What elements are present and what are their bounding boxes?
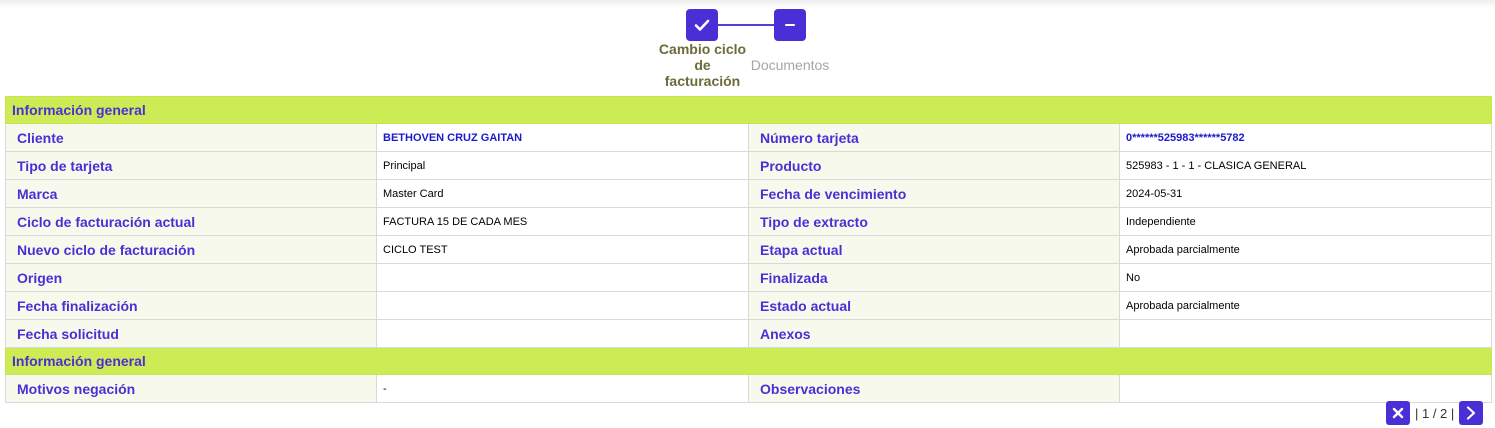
field-label-cliente: Cliente [5, 123, 377, 152]
step-completed-marker[interactable] [686, 9, 718, 41]
field-label-marca: Marca [5, 179, 377, 208]
field-label-tipo-de-tarjeta: Tipo de tarjeta [5, 151, 377, 180]
table-row: Ciclo de facturación actual FACTURA 15 DE… [5, 207, 1492, 236]
field-label-ciclo-de-facturacion-actual: Ciclo de facturación actual [5, 207, 377, 236]
field-value-ciclo-de-facturacion-actual: FACTURA 15 DE CADA MES [376, 207, 749, 236]
field-value-nuevo-ciclo-de-facturacion: CICLO TEST [376, 235, 749, 264]
field-label-anexos: Anexos [748, 319, 1120, 348]
table-row: Origen Finalizada No [5, 263, 1492, 292]
step-pending-marker[interactable] [774, 9, 806, 41]
section-title: Información general [5, 96, 1492, 124]
field-value-estado-actual: Aprobada parcialmente [1119, 291, 1492, 320]
field-value-tipo-de-extracto: Independiente [1119, 207, 1492, 236]
section-header-row: Información general [5, 96, 1492, 124]
table-row: Cliente BETHOVEN CRUZ GAITAN Número tarjet… [5, 123, 1492, 152]
check-icon [694, 19, 710, 31]
table-row: Motivos negación - Observaciones [5, 374, 1492, 403]
table-row: Nuevo ciclo de facturación CICLO TEST Etap… [5, 235, 1492, 264]
field-value-finalizada: No [1119, 263, 1492, 292]
field-label-fecha-finalizacion: Fecha finalización [5, 291, 377, 320]
field-value-tipo-de-tarjeta: Principal [376, 151, 749, 180]
stepper: Cambio ciclo de facturación Documentos [0, 0, 1495, 96]
field-label-motivos-negacion: Motivos negación [5, 374, 377, 403]
detail-table: Información general Cliente BETHOVEN CRUZ … [5, 96, 1492, 403]
close-icon [1392, 407, 1404, 419]
table-row: Fecha finalización Estado actual Aprobada … [5, 291, 1492, 320]
field-value-fecha-finalizacion [376, 291, 749, 320]
field-value-marca: Master Card [376, 179, 749, 208]
field-label-estado-actual: Estado actual [748, 291, 1120, 320]
table-row: Marca Master Card Fecha de vencimiento 2024… [5, 179, 1492, 208]
field-value-fecha-de-vencimiento: 2024-05-31 [1119, 179, 1492, 208]
field-value-motivos-negacion: - [376, 374, 749, 403]
field-value-etapa-actual: Aprobada parcialmente [1119, 235, 1492, 264]
field-label-finalizada: Finalizada [748, 263, 1120, 292]
chevron-right-icon [1467, 406, 1476, 420]
table-row: Tipo de tarjeta Principal Producto 525983 -… [5, 151, 1492, 180]
field-label-tipo-de-extracto: Tipo de extracto [748, 207, 1120, 236]
step-label-documentos[interactable]: Documentos [740, 57, 840, 73]
step-label-cambio-ciclo[interactable]: Cambio ciclo de facturación [655, 41, 750, 89]
field-value-numero-tarjeta: 0******525983******5782 [1119, 123, 1492, 152]
field-label-origen: Origen [5, 263, 377, 292]
minus-icon [785, 24, 795, 26]
table-row: Fecha solicitud Anexos [5, 319, 1492, 348]
stepper-connector [716, 24, 776, 26]
field-label-numero-tarjeta: Número tarjeta [748, 123, 1120, 152]
next-page-button[interactable] [1459, 401, 1484, 425]
field-value-observaciones [1119, 374, 1492, 403]
field-label-fecha-de-vencimiento: Fecha de vencimiento [748, 179, 1120, 208]
pager: | 1 / 2 | [1386, 401, 1484, 425]
page-indicator: | 1 / 2 | [1415, 405, 1455, 421]
field-label-nuevo-ciclo-de-facturacion: Nuevo ciclo de facturación [5, 235, 377, 264]
close-button[interactable] [1386, 401, 1410, 425]
field-value-anexos [1119, 319, 1492, 348]
field-label-observaciones: Observaciones [748, 374, 1120, 403]
field-value-cliente: BETHOVEN CRUZ GAITAN [376, 123, 749, 152]
field-label-etapa-actual: Etapa actual [748, 235, 1120, 264]
field-value-fecha-solicitud [376, 319, 749, 348]
section-title: Información general [5, 347, 1492, 375]
section-header-row: Información general [5, 347, 1492, 375]
field-label-fecha-solicitud: Fecha solicitud [5, 319, 377, 348]
field-label-producto: Producto [748, 151, 1120, 180]
field-value-producto: 525983 - 1 - 1 - CLASICA GENERAL [1119, 151, 1492, 180]
field-value-origen [376, 263, 749, 292]
